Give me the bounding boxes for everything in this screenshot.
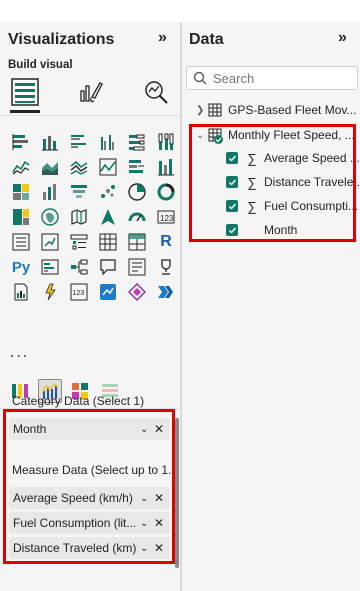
- treemap-icon[interactable]: [155, 181, 177, 203]
- analytics-tab[interactable]: [141, 77, 171, 107]
- gauge-icon[interactable]: [126, 206, 148, 228]
- python-visual-icon[interactable]: Py: [10, 256, 32, 278]
- table-gps-fleet[interactable]: ❯ GPS-Based Fleet Mov...: [196, 100, 357, 120]
- build-visual-tab[interactable]: [10, 77, 40, 107]
- decomposition-tree-icon[interactable]: [68, 256, 90, 278]
- power-automate-icon[interactable]: [126, 281, 148, 303]
- category-well-label: Category Data (Select 1): [12, 394, 145, 408]
- search-box[interactable]: [186, 66, 358, 90]
- search-input[interactable]: [213, 70, 353, 86]
- waterfall-chart-icon[interactable]: [10, 181, 32, 203]
- stacked-column-chart-icon[interactable]: [39, 131, 61, 153]
- data-pane: Data » ❯ GPS-Based Fleet Mov... ⌄: [182, 22, 360, 591]
- shape-map-icon[interactable]: [68, 206, 90, 228]
- scorecard-icon[interactable]: 123: [68, 281, 90, 303]
- donut-chart-icon[interactable]: [126, 181, 148, 203]
- clustered-column-chart-icon[interactable]: [97, 131, 119, 153]
- 100-percent-column-chart-icon[interactable]: [155, 131, 177, 153]
- table-build-icon: [11, 78, 39, 106]
- data-title: Data: [189, 31, 224, 48]
- collapse-visualizations-icon[interactable]: »: [158, 29, 167, 47]
- svg-text:123: 123: [160, 214, 174, 223]
- qa-icon[interactable]: [97, 256, 119, 278]
- funnel-chart-icon[interactable]: [39, 181, 61, 203]
- smart-narrative-icon[interactable]: [126, 256, 148, 278]
- arrows-visual-icon[interactable]: [155, 281, 177, 303]
- chevron-right-icon[interactable]: ❯: [196, 105, 208, 116]
- build-visual-label: Build visual: [8, 59, 73, 71]
- highlight-box-data: [189, 124, 356, 242]
- more-visuals-ellipsis[interactable]: ...: [10, 344, 29, 362]
- line-stacked-column-chart-icon[interactable]: [97, 156, 119, 178]
- paintbrush-chart-icon: [80, 82, 103, 103]
- key-influencers-icon[interactable]: [39, 256, 61, 278]
- line-clustered-column-chart-icon[interactable]: [126, 156, 148, 178]
- scatter-chart-icon[interactable]: [68, 181, 90, 203]
- power-apps-icon[interactable]: [39, 281, 61, 303]
- magnifier-analytics-icon: [145, 81, 168, 104]
- kpi-icon[interactable]: [39, 231, 61, 253]
- divider: [0, 115, 180, 116]
- visual-types-grid: 123 R Py 123: [10, 131, 177, 303]
- card-icon[interactable]: 123: [155, 206, 177, 228]
- table-icon[interactable]: [97, 231, 119, 253]
- table-name: GPS-Based Fleet Mov...: [228, 103, 357, 117]
- wells-scrollbar[interactable]: [175, 418, 179, 568]
- metrics-icon[interactable]: [97, 281, 119, 303]
- clustered-bar-chart-icon[interactable]: [68, 131, 90, 153]
- svg-text:123: 123: [73, 290, 85, 297]
- stacked-area-chart-icon[interactable]: [68, 156, 90, 178]
- slicer-icon[interactable]: [68, 231, 90, 253]
- search-icon: [193, 71, 207, 85]
- paginated-report-icon[interactable]: [10, 281, 32, 303]
- stacked-bar-chart-icon[interactable]: [10, 131, 32, 153]
- 100-percent-bar-chart-icon[interactable]: [126, 131, 148, 153]
- azure-map-icon[interactable]: [97, 206, 119, 228]
- active-tab-indicator: [10, 110, 40, 113]
- goals-trophy-icon[interactable]: [155, 256, 177, 278]
- matrix-icon[interactable]: [126, 231, 148, 253]
- r-visual-icon[interactable]: R: [155, 231, 177, 253]
- highlight-box-wells: [3, 409, 175, 564]
- ribbon-chart-icon[interactable]: [155, 156, 177, 178]
- filled-map-icon[interactable]: [39, 206, 61, 228]
- map-icon[interactable]: [10, 206, 32, 228]
- pie-chart-icon[interactable]: [97, 181, 119, 203]
- table-icon: [208, 103, 222, 117]
- line-chart-icon[interactable]: [10, 156, 32, 178]
- area-chart-icon[interactable]: [39, 156, 61, 178]
- collapse-data-icon[interactable]: »: [338, 29, 347, 47]
- visualizations-title: Visualizations: [8, 31, 115, 48]
- format-visual-tab[interactable]: [76, 77, 106, 107]
- multi-row-card-icon[interactable]: [10, 231, 32, 253]
